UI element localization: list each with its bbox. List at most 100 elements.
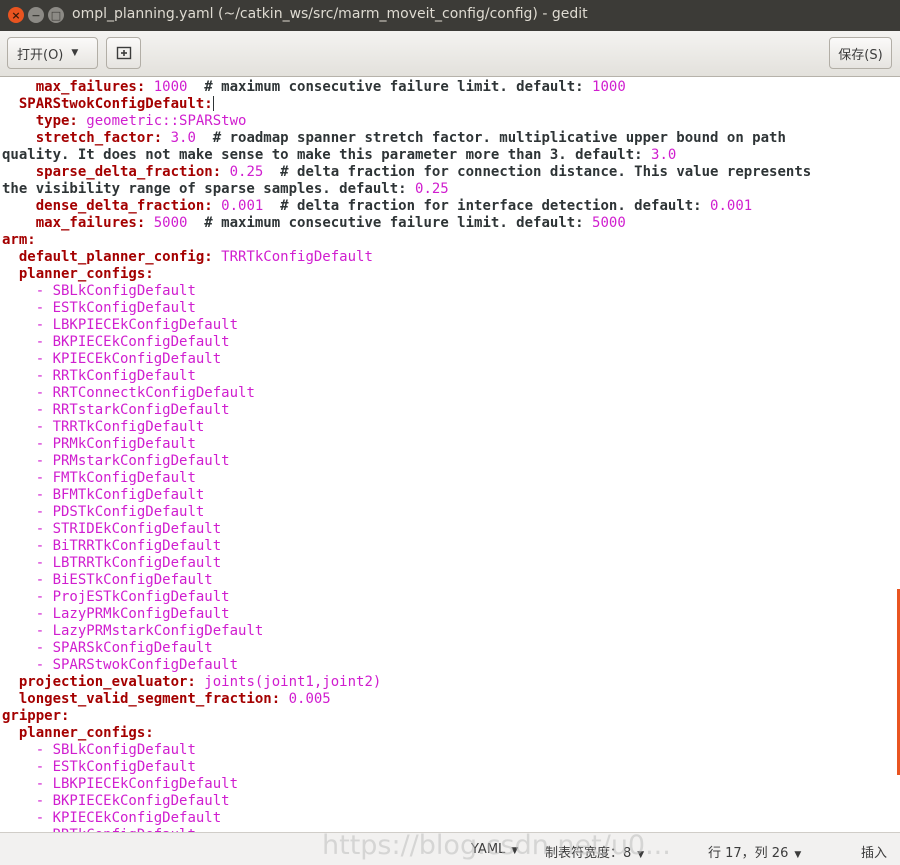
code-line[interactable]: arm: (2, 232, 811, 249)
code-line[interactable]: - ProjESTkConfigDefault (2, 589, 811, 606)
code-line[interactable]: default_planner_config: TRRTkConfigDefau… (2, 249, 811, 266)
code-line[interactable]: - PRMstarkConfigDefault (2, 453, 811, 470)
yaml-value: - (2, 436, 53, 452)
maximize-icon: □ (50, 8, 62, 22)
yaml-value: BiESTkConfigDefault (52, 572, 213, 588)
code-line[interactable]: longest_valid_segment_fraction: 0.005 (2, 691, 811, 708)
insert-mode-indicator: 插入 (861, 842, 887, 861)
code-line[interactable]: max_failures: 5000 # maximum consecutive… (2, 215, 811, 232)
code-line[interactable]: - PRMkConfigDefault (2, 436, 811, 453)
code-line[interactable]: - SBLkConfigDefault (2, 283, 811, 300)
code-line[interactable]: planner_configs: (2, 266, 811, 283)
code-line[interactable]: - FMTkConfigDefault (2, 470, 811, 487)
yaml-value: STRIDEkConfigDefault (52, 521, 222, 537)
code-line[interactable]: - LBKPIECEkConfigDefault (2, 317, 811, 334)
code-line[interactable]: - RRTstarkConfigDefault (2, 402, 811, 419)
yaml-value: - (2, 572, 53, 588)
yaml-key: dense_delta_fraction: (35, 198, 213, 214)
code-line[interactable]: - ESTkConfigDefault (2, 300, 811, 317)
maximize-window-button[interactable]: □ (48, 7, 64, 23)
code-line[interactable]: - BFMTkConfigDefault (2, 487, 811, 504)
code-line[interactable]: type: geometric::SPARStwo (2, 113, 811, 130)
cursor-position-selector[interactable]: 行 17，列 26 ▼ (708, 842, 801, 861)
code-text: # maximum consecutive failure limit. def… (187, 79, 593, 95)
code-line[interactable]: - BiTRRTkConfigDefault (2, 538, 811, 555)
text-editor[interactable]: max_failures: 1000 # maximum consecutive… (0, 77, 900, 832)
yaml-value: 0.005 (280, 691, 331, 707)
code-line[interactable]: - ESTkConfigDefault (2, 759, 811, 776)
yaml-value: - (2, 487, 53, 503)
code-line[interactable]: SPARStwokConfigDefault: (2, 96, 811, 113)
code-line[interactable]: quality. It does not make sense to make … (2, 147, 811, 164)
yaml-value: - (2, 793, 53, 809)
yaml-value: 0.001 (710, 198, 753, 214)
yaml-value: - (2, 589, 53, 605)
tab-width-selector[interactable]: 制表符宽度：8 ▼ (545, 842, 644, 861)
code-line[interactable]: - SBLkConfigDefault (2, 742, 811, 759)
code-line[interactable]: - SPARStwokConfigDefault (2, 657, 811, 674)
status-bar: YAML ▼ 制表符宽度：8 ▼ 行 17，列 26 ▼ 插入 (0, 832, 900, 865)
save-button[interactable]: 保存(S) (829, 37, 892, 69)
code-line[interactable]: - RRTkConfigDefault (2, 368, 811, 385)
code-line[interactable]: - RRTConnectkConfigDefault (2, 385, 811, 402)
code-line[interactable]: - LazyPRMstarkConfigDefault (2, 623, 811, 640)
yaml-value: 5000 (145, 215, 188, 231)
yaml-value: LazyPRMstarkConfigDefault (52, 623, 264, 639)
close-window-button[interactable]: × (8, 7, 24, 23)
code-text: # delta fraction for connection distance… (263, 164, 812, 180)
yaml-value: - (2, 776, 53, 792)
yaml-key: SPARStwokConfigDefault: (18, 96, 213, 112)
code-line[interactable]: - SPARSkConfigDefault (2, 640, 811, 657)
code-line[interactable]: dense_delta_fraction: 0.001 # delta frac… (2, 198, 811, 215)
yaml-value: SBLkConfigDefault (52, 283, 196, 299)
yaml-value: LBKPIECEkConfigDefault (52, 776, 239, 792)
yaml-value: 3.0 (651, 147, 677, 163)
code-line[interactable]: the visibility range of sparse samples. … (2, 181, 811, 198)
language-selector[interactable]: YAML ▼ (471, 842, 518, 857)
yaml-value: SPARSkConfigDefault (52, 640, 213, 656)
tab-width-label: 制表符宽度：8 (545, 846, 632, 861)
new-tab-button[interactable] (106, 37, 141, 69)
code-line[interactable]: - LBTRRTkConfigDefault (2, 555, 811, 572)
yaml-value: joints(joint1,joint2) (195, 674, 382, 690)
yaml-key: gripper: (2, 708, 70, 724)
yaml-value: - (2, 640, 53, 656)
code-line[interactable]: sparse_delta_fraction: 0.25 # delta frac… (2, 164, 811, 181)
code-line[interactable]: - BKPIECEkConfigDefault (2, 334, 811, 351)
code-line[interactable]: stretch_factor: 3.0 # roadmap spanner st… (2, 130, 811, 147)
code-line[interactable]: planner_configs: (2, 725, 811, 742)
yaml-value: 0.25 (221, 164, 264, 180)
code-content[interactable]: max_failures: 1000 # maximum consecutive… (2, 79, 811, 832)
code-line[interactable]: - LBKPIECEkConfigDefault (2, 776, 811, 793)
code-text: quality. It does not make sense to make … (2, 147, 652, 163)
yaml-key: default_planner_config: (18, 249, 213, 265)
code-line[interactable]: - BKPIECEkConfigDefault (2, 793, 811, 810)
yaml-value: LazyPRMkConfigDefault (52, 606, 230, 622)
yaml-key: projection_evaluator: (18, 674, 196, 690)
yaml-value: BKPIECEkConfigDefault (52, 793, 230, 809)
code-line[interactable]: - TRRTkConfigDefault (2, 419, 811, 436)
code-line[interactable]: - STRIDEkConfigDefault (2, 521, 811, 538)
yaml-value: ProjESTkConfigDefault (52, 589, 230, 605)
yaml-value: - (2, 470, 53, 486)
yaml-value: PRMstarkConfigDefault (52, 453, 230, 469)
minimize-window-button[interactable]: − (28, 7, 44, 23)
code-text: # delta fraction for interface detection… (263, 198, 711, 214)
code-line[interactable]: - KPIECEkConfigDefault (2, 810, 811, 827)
minimize-icon: − (31, 8, 41, 22)
code-line[interactable]: - KPIECEkConfigDefault (2, 351, 811, 368)
code-line[interactable]: - LazyPRMkConfigDefault (2, 606, 811, 623)
yaml-value: 3.0 (162, 130, 196, 146)
code-line[interactable]: max_failures: 1000 # maximum consecutive… (2, 79, 811, 96)
code-line[interactable]: - BiESTkConfigDefault (2, 572, 811, 589)
open-button[interactable]: 打开(O) ▼ (7, 37, 98, 69)
yaml-value: RRTkConfigDefault (52, 368, 196, 384)
code-line[interactable]: - PDSTkConfigDefault (2, 504, 811, 521)
yaml-value: TRRTkConfigDefault (212, 249, 373, 265)
yaml-value: - (2, 453, 53, 469)
chevron-down-icon: ▼ (71, 48, 79, 58)
code-line[interactable]: projection_evaluator: joints(joint1,join… (2, 674, 811, 691)
code-line[interactable]: gripper: (2, 708, 811, 725)
